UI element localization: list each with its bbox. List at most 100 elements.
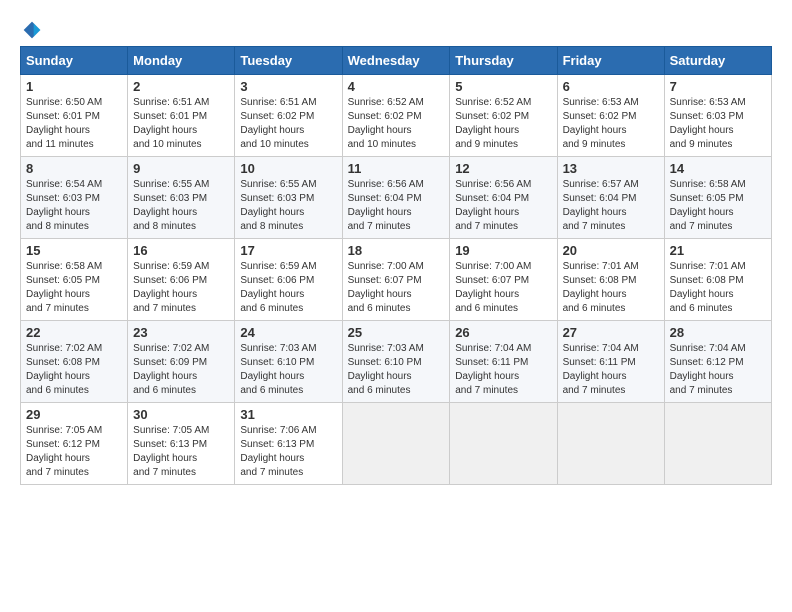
day-info-4: Sunrise: 6:52 AM Sunset: 6:02 PM Dayligh… [348,96,445,152]
day-cell-20: 20 Sunrise: 7:01 AM Sunset: 6:08 PM Dayl… [557,239,664,321]
week-row-1: 1 Sunrise: 6:50 AM Sunset: 6:01 PM Dayli… [21,75,772,157]
day-info-27: Sunrise: 7:04 AM Sunset: 6:11 PM Dayligh… [563,342,659,398]
day-cell-11: 11 Sunrise: 6:56 AM Sunset: 6:04 PM Dayl… [342,157,450,239]
day-number-20: 20 [563,243,659,258]
day-cell-21: 21 Sunrise: 7:01 AM Sunset: 6:08 PM Dayl… [664,239,771,321]
day-number-16: 16 [133,243,229,258]
day-info-20: Sunrise: 7:01 AM Sunset: 6:08 PM Dayligh… [563,260,659,316]
day-number-21: 21 [670,243,766,258]
day-cell-12: 12 Sunrise: 6:56 AM Sunset: 6:04 PM Dayl… [450,157,557,239]
empty-cell [450,403,557,485]
day-info-3: Sunrise: 6:51 AM Sunset: 6:02 PM Dayligh… [240,96,336,152]
logo-icon [22,20,42,40]
day-cell-28: 28 Sunrise: 7:04 AM Sunset: 6:12 PM Dayl… [664,321,771,403]
day-number-9: 9 [133,161,229,176]
day-number-22: 22 [26,325,122,340]
day-number-10: 10 [240,161,336,176]
day-number-6: 6 [563,79,659,94]
day-number-27: 27 [563,325,659,340]
col-saturday: Saturday [664,47,771,75]
day-cell-15: 15 Sunrise: 6:58 AM Sunset: 6:05 PM Dayl… [21,239,128,321]
day-info-11: Sunrise: 6:56 AM Sunset: 6:04 PM Dayligh… [348,178,445,234]
day-number-15: 15 [26,243,122,258]
day-number-14: 14 [670,161,766,176]
day-cell-22: 22 Sunrise: 7:02 AM Sunset: 6:08 PM Dayl… [21,321,128,403]
day-info-21: Sunrise: 7:01 AM Sunset: 6:08 PM Dayligh… [670,260,766,316]
day-info-26: Sunrise: 7:04 AM Sunset: 6:11 PM Dayligh… [455,342,551,398]
day-number-30: 30 [133,407,229,422]
day-cell-30: 30 Sunrise: 7:05 AM Sunset: 6:13 PM Dayl… [128,403,235,485]
page-header [20,20,772,36]
day-number-13: 13 [563,161,659,176]
day-number-25: 25 [348,325,445,340]
day-number-29: 29 [26,407,122,422]
week-row-4: 22 Sunrise: 7:02 AM Sunset: 6:08 PM Dayl… [21,321,772,403]
day-info-5: Sunrise: 6:52 AM Sunset: 6:02 PM Dayligh… [455,96,551,152]
day-number-11: 11 [348,161,445,176]
col-monday: Monday [128,47,235,75]
logo [20,20,42,36]
day-info-28: Sunrise: 7:04 AM Sunset: 6:12 PM Dayligh… [670,342,766,398]
col-sunday: Sunday [21,47,128,75]
day-info-24: Sunrise: 7:03 AM Sunset: 6:10 PM Dayligh… [240,342,336,398]
day-number-26: 26 [455,325,551,340]
day-info-14: Sunrise: 6:58 AM Sunset: 6:05 PM Dayligh… [670,178,766,234]
day-cell-6: 6 Sunrise: 6:53 AM Sunset: 6:02 PM Dayli… [557,75,664,157]
day-info-19: Sunrise: 7:00 AM Sunset: 6:07 PM Dayligh… [455,260,551,316]
day-info-25: Sunrise: 7:03 AM Sunset: 6:10 PM Dayligh… [348,342,445,398]
col-thursday: Thursday [450,47,557,75]
day-cell-25: 25 Sunrise: 7:03 AM Sunset: 6:10 PM Dayl… [342,321,450,403]
col-wednesday: Wednesday [342,47,450,75]
day-number-23: 23 [133,325,229,340]
day-info-30: Sunrise: 7:05 AM Sunset: 6:13 PM Dayligh… [133,424,229,480]
day-cell-26: 26 Sunrise: 7:04 AM Sunset: 6:11 PM Dayl… [450,321,557,403]
day-number-3: 3 [240,79,336,94]
empty-cell [342,403,450,485]
day-cell-1: 1 Sunrise: 6:50 AM Sunset: 6:01 PM Dayli… [21,75,128,157]
day-cell-4: 4 Sunrise: 6:52 AM Sunset: 6:02 PM Dayli… [342,75,450,157]
day-cell-27: 27 Sunrise: 7:04 AM Sunset: 6:11 PM Dayl… [557,321,664,403]
day-cell-10: 10 Sunrise: 6:55 AM Sunset: 6:03 PM Dayl… [235,157,342,239]
col-tuesday: Tuesday [235,47,342,75]
col-friday: Friday [557,47,664,75]
day-info-16: Sunrise: 6:59 AM Sunset: 6:06 PM Dayligh… [133,260,229,316]
day-cell-8: 8 Sunrise: 6:54 AM Sunset: 6:03 PM Dayli… [21,157,128,239]
day-cell-3: 3 Sunrise: 6:51 AM Sunset: 6:02 PM Dayli… [235,75,342,157]
day-number-2: 2 [133,79,229,94]
day-number-5: 5 [455,79,551,94]
day-cell-5: 5 Sunrise: 6:52 AM Sunset: 6:02 PM Dayli… [450,75,557,157]
day-cell-13: 13 Sunrise: 6:57 AM Sunset: 6:04 PM Dayl… [557,157,664,239]
day-info-12: Sunrise: 6:56 AM Sunset: 6:04 PM Dayligh… [455,178,551,234]
week-row-5: 29 Sunrise: 7:05 AM Sunset: 6:12 PM Dayl… [21,403,772,485]
day-number-4: 4 [348,79,445,94]
day-info-13: Sunrise: 6:57 AM Sunset: 6:04 PM Dayligh… [563,178,659,234]
day-number-8: 8 [26,161,122,176]
day-number-24: 24 [240,325,336,340]
day-cell-19: 19 Sunrise: 7:00 AM Sunset: 6:07 PM Dayl… [450,239,557,321]
day-cell-18: 18 Sunrise: 7:00 AM Sunset: 6:07 PM Dayl… [342,239,450,321]
day-info-17: Sunrise: 6:59 AM Sunset: 6:06 PM Dayligh… [240,260,336,316]
day-info-29: Sunrise: 7:05 AM Sunset: 6:12 PM Dayligh… [26,424,122,480]
day-number-7: 7 [670,79,766,94]
day-info-2: Sunrise: 6:51 AM Sunset: 6:01 PM Dayligh… [133,96,229,152]
day-cell-23: 23 Sunrise: 7:02 AM Sunset: 6:09 PM Dayl… [128,321,235,403]
day-info-6: Sunrise: 6:53 AM Sunset: 6:02 PM Dayligh… [563,96,659,152]
day-cell-16: 16 Sunrise: 6:59 AM Sunset: 6:06 PM Dayl… [128,239,235,321]
day-info-9: Sunrise: 6:55 AM Sunset: 6:03 PM Dayligh… [133,178,229,234]
day-cell-14: 14 Sunrise: 6:58 AM Sunset: 6:05 PM Dayl… [664,157,771,239]
empty-cell [557,403,664,485]
day-number-17: 17 [240,243,336,258]
day-number-18: 18 [348,243,445,258]
day-info-15: Sunrise: 6:58 AM Sunset: 6:05 PM Dayligh… [26,260,122,316]
day-info-10: Sunrise: 6:55 AM Sunset: 6:03 PM Dayligh… [240,178,336,234]
day-cell-17: 17 Sunrise: 6:59 AM Sunset: 6:06 PM Dayl… [235,239,342,321]
empty-cell [664,403,771,485]
day-info-23: Sunrise: 7:02 AM Sunset: 6:09 PM Dayligh… [133,342,229,398]
day-number-1: 1 [26,79,122,94]
day-cell-29: 29 Sunrise: 7:05 AM Sunset: 6:12 PM Dayl… [21,403,128,485]
week-row-3: 15 Sunrise: 6:58 AM Sunset: 6:05 PM Dayl… [21,239,772,321]
week-row-2: 8 Sunrise: 6:54 AM Sunset: 6:03 PM Dayli… [21,157,772,239]
day-info-18: Sunrise: 7:00 AM Sunset: 6:07 PM Dayligh… [348,260,445,316]
day-info-8: Sunrise: 6:54 AM Sunset: 6:03 PM Dayligh… [26,178,122,234]
day-number-28: 28 [670,325,766,340]
